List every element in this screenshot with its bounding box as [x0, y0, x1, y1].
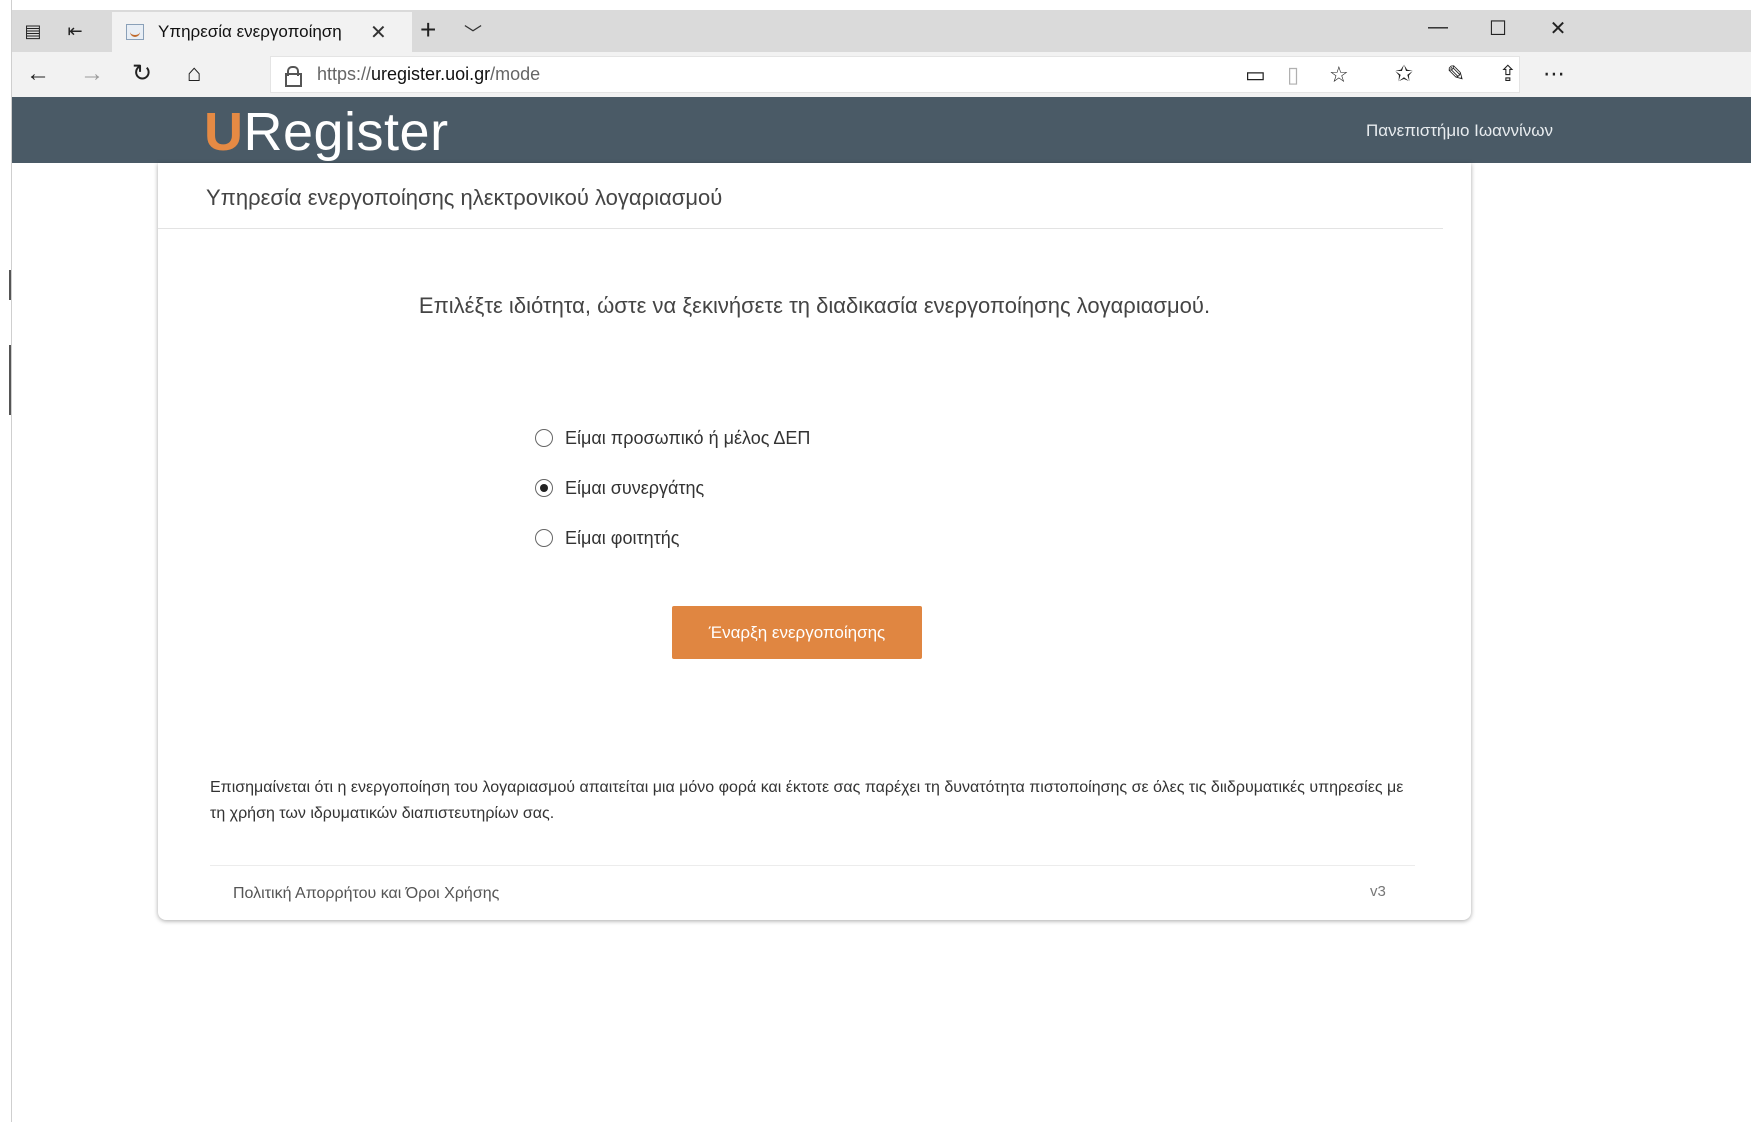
- activation-note: Επισημαίνεται ότι η ενεργοποίηση του λογ…: [210, 779, 1404, 822]
- role-radio-group: Είμαι προσωπικό ή μέλος ΔΕΠ Είμαι συνεργ…: [535, 413, 810, 563]
- screen-left-edge: [0, 0, 12, 1122]
- radio-button-staff[interactable]: [535, 429, 553, 447]
- star-icon[interactable]: ☆: [1329, 62, 1349, 88]
- site-favicon-icon: [126, 24, 144, 40]
- privacy-policy-link[interactable]: Πολιτική Απορρήτου και Όροι Χρήσης: [233, 885, 499, 903]
- activation-card: Υπηρεσία ενεργοποίησης ηλεκτρονικού λογα…: [158, 163, 1471, 920]
- chevron-down-icon[interactable]: ﹀: [464, 20, 482, 46]
- radio-label-staff: Είμαι προσωπικό ή μέλος ΔΕΠ: [565, 427, 811, 448]
- close-icon[interactable]: ✕: [1538, 16, 1578, 41]
- refresh-icon[interactable]: ↻: [124, 61, 160, 87]
- tabs-aside-icon[interactable]: ▤: [18, 18, 48, 44]
- home-icon[interactable]: ⌂: [176, 61, 212, 87]
- uregister-logo[interactable]: URegister: [204, 101, 449, 163]
- browser-window: ▤ ⇤ Υπηρεσία ενεργοποίηση ✕ + ﹀ — ☐ ✕ ← …: [12, 10, 1751, 1122]
- footer-divider: [210, 865, 1415, 866]
- site-header: URegister Πανεπιστήμιο Ιωαννίνων: [12, 97, 1751, 163]
- forward-arrow-icon[interactable]: →: [74, 61, 110, 87]
- edge-mark: [9, 270, 11, 300]
- tab-bar: ▤ ⇤ Υπηρεσία ενεργοποίηση ✕ + ﹀ — ☐ ✕: [12, 10, 1751, 52]
- radio-option-student[interactable]: Είμαι φοιτητής: [535, 513, 810, 563]
- radio-option-partner[interactable]: Είμαι συνεργάτης: [535, 463, 810, 513]
- maximize-icon[interactable]: ☐: [1478, 16, 1518, 41]
- lock-icon: [285, 65, 302, 87]
- address-bar[interactable]: https://uregister.uoi.gr/mode ▭ ▯ ☆: [270, 56, 1520, 93]
- title-divider: [158, 228, 1443, 229]
- card-title: Υπηρεσία ενεργοποίησης ηλεκτρονικού λογα…: [206, 185, 723, 210]
- radio-label-student: Είμαι φοιτητής: [565, 527, 680, 548]
- start-activation-button[interactable]: Έναρξη ενεργοποίησης: [672, 606, 922, 659]
- tab-title: Υπηρεσία ενεργοποίηση: [158, 22, 342, 41]
- back-arrow-icon[interactable]: ←: [20, 61, 56, 87]
- minimize-icon[interactable]: —: [1418, 16, 1458, 39]
- radio-button-partner[interactable]: [535, 479, 553, 497]
- plus-icon[interactable]: +: [420, 16, 436, 44]
- institution-name: Πανεπιστήμιο Ιωαννίνων: [1366, 121, 1553, 140]
- close-icon[interactable]: ✕: [370, 20, 387, 45]
- url-text[interactable]: https://uregister.uoi.gr/mode: [317, 64, 540, 85]
- favorites-list-icon[interactable]: ✩: [1386, 61, 1422, 87]
- set-aside-icon[interactable]: ⇤: [60, 18, 90, 44]
- pen-icon[interactable]: ✎: [1438, 61, 1474, 87]
- radio-button-student[interactable]: [535, 529, 553, 547]
- more-icon[interactable]: ⋯: [1536, 61, 1572, 87]
- radio-label-partner: Είμαι συνεργάτης: [565, 477, 705, 498]
- tab-active[interactable]: Υπηρεσία ενεργοποίηση ✕: [112, 12, 412, 52]
- share-icon[interactable]: ⇪: [1490, 61, 1526, 87]
- edge-mark: [9, 345, 11, 415]
- version-label: v3: [1370, 883, 1386, 900]
- reading-view-icon[interactable]: ▭: [1245, 62, 1266, 88]
- book-icon[interactable]: ▯: [1287, 62, 1299, 88]
- address-toolbar: ← → ↻ ⌂ https://uregister.uoi.gr/mode ▭ …: [12, 52, 1751, 97]
- instruction-text: Επιλέξτε ιδιότητα, ώστε να ξεκινήσετε τη…: [418, 293, 1211, 318]
- radio-option-staff[interactable]: Είμαι προσωπικό ή μέλος ΔΕΠ: [535, 413, 810, 463]
